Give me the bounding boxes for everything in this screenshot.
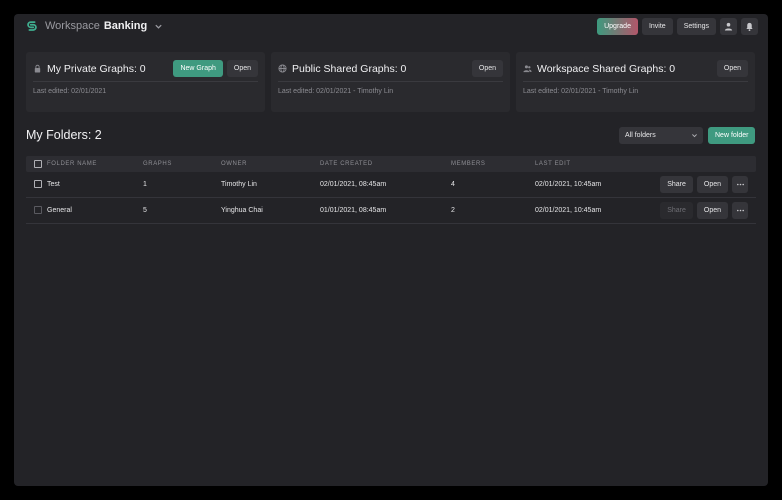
top-bar: Workspace Banking Upgrade Invite Setting… (14, 14, 768, 40)
workspace-label: Workspace (45, 20, 100, 32)
folder-members: 2 (451, 207, 455, 214)
workspace-switcher[interactable]: Workspace Banking (25, 19, 163, 33)
app-logo-icon (27, 21, 37, 31)
folder-graphs: 5 (143, 207, 147, 214)
folder-name[interactable]: General (47, 198, 72, 223)
folder-last-edit: 02/01/2021, 10:45am (535, 181, 602, 188)
row-checkbox[interactable] (34, 206, 42, 214)
folder-owner: Yinghua Chai (221, 207, 263, 214)
private-graphs-title: My Private Graphs: 0 (47, 62, 146, 75)
invite-button[interactable]: Invite (641, 18, 673, 35)
share-button[interactable]: Share (660, 176, 693, 193)
folder-filter-value: All folders (625, 132, 656, 139)
more-horizontal-icon (736, 209, 744, 212)
notifications-button[interactable] (741, 18, 758, 35)
folder-last-edit: 02/01/2021, 10:45am (535, 207, 602, 214)
workspace-last-edited: Last edited: 02/01/2021 - Timothy Lin (523, 88, 639, 95)
column-header-folder-name[interactable]: FOLDER NAME (47, 156, 97, 172)
settings-button[interactable]: Settings (676, 18, 716, 35)
workspace-graphs-card: Workspace Shared Graphs: 0 Open Last edi… (516, 52, 755, 112)
new-folder-button[interactable]: New folder (708, 127, 756, 144)
more-options-button[interactable] (732, 176, 748, 193)
select-all-checkbox[interactable] (34, 160, 42, 168)
globe-icon (278, 64, 287, 73)
open-public-button[interactable]: Open (471, 60, 503, 77)
app-window: Workspace Banking Upgrade Invite Setting… (14, 14, 768, 486)
open-workspace-button[interactable]: Open (716, 60, 748, 77)
table-row[interactable]: Test 1 Timothy Lin 02/01/2021, 08:45am 4… (26, 172, 756, 198)
new-graph-button[interactable]: New Graph (173, 60, 223, 77)
bell-icon (746, 22, 753, 31)
column-header-graphs[interactable]: GRAPHS (143, 156, 172, 172)
folder-owner: Timothy Lin (221, 181, 257, 188)
user-icon (724, 22, 733, 31)
private-graphs-card: My Private Graphs: 0 New Graph Open Last… (26, 52, 265, 112)
folder-filter-select[interactable]: All folders (619, 127, 703, 144)
chevron-down-icon (155, 24, 162, 29)
card-divider (523, 81, 748, 82)
workspace-name: Banking (103, 20, 148, 32)
table-header: FOLDER NAME GRAPHS OWNER DATE CREATED ME… (26, 156, 756, 172)
open-folder-button[interactable]: Open (696, 202, 728, 219)
row-checkbox[interactable] (34, 180, 42, 188)
more-horizontal-icon (736, 183, 744, 186)
users-icon (523, 65, 532, 73)
column-header-last-edit[interactable]: LAST EDIT (535, 156, 571, 172)
column-header-date-created[interactable]: DATE CREATED (320, 156, 373, 172)
public-last-edited: Last edited: 02/01/2021 - Timothy Lin (278, 88, 394, 95)
column-header-members[interactable]: MEMBERS (451, 156, 486, 172)
chevron-down-icon (692, 134, 697, 138)
table-row[interactable]: General 5 Yinghua Chai 01/01/2021, 08:45… (26, 198, 756, 224)
folders-table: FOLDER NAME GRAPHS OWNER DATE CREATED ME… (26, 156, 756, 224)
folder-graphs: 1 (143, 181, 147, 188)
upgrade-button[interactable]: Upgrade (597, 18, 638, 35)
public-graphs-title: Public Shared Graphs: 0 (292, 62, 407, 75)
share-button-disabled: Share (660, 202, 693, 219)
top-actions: Upgrade Invite Settings (597, 18, 758, 35)
folder-date-created: 02/01/2021, 08:45am (320, 181, 387, 188)
folder-members: 4 (451, 181, 455, 188)
folder-name[interactable]: Test (47, 172, 60, 197)
profile-button[interactable] (720, 18, 737, 35)
folder-date-created: 01/01/2021, 08:45am (320, 207, 387, 214)
card-divider (33, 81, 258, 82)
open-folder-button[interactable]: Open (696, 176, 728, 193)
folders-title: My Folders: 2 (26, 128, 102, 142)
lock-icon (34, 64, 41, 73)
public-graphs-card: Public Shared Graphs: 0 Open Last edited… (271, 52, 510, 112)
workspace-graphs-title: Workspace Shared Graphs: 0 (537, 62, 676, 75)
card-divider (278, 81, 503, 82)
column-header-owner[interactable]: OWNER (221, 156, 247, 172)
open-private-button[interactable]: Open (226, 60, 258, 77)
private-last-edited: Last edited: 02/01/2021 (33, 88, 107, 95)
more-options-button[interactable] (732, 202, 748, 219)
